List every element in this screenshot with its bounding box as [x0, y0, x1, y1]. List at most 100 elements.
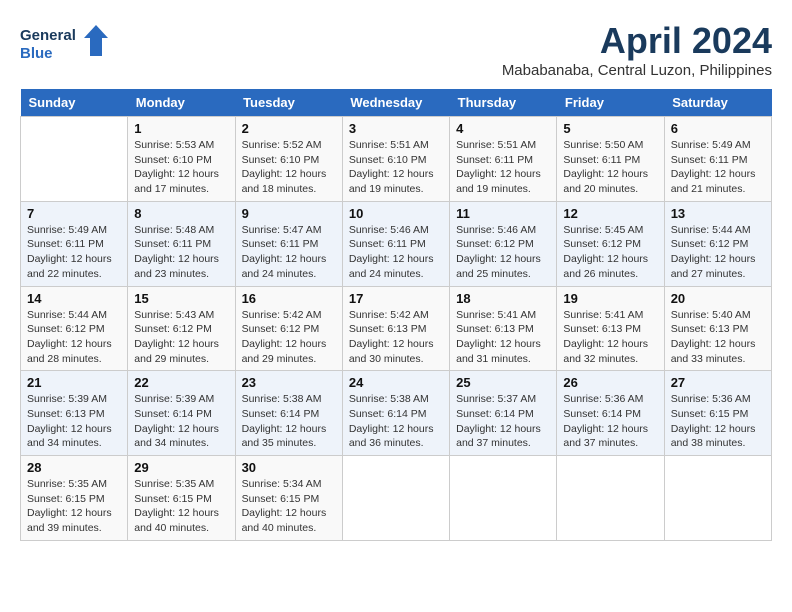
- day-info: Sunrise: 5:44 AMSunset: 6:12 PMDaylight:…: [671, 223, 765, 282]
- calendar-week-row: 21 Sunrise: 5:39 AMSunset: 6:13 PMDayligh…: [21, 371, 772, 456]
- day-info: Sunrise: 5:41 AMSunset: 6:13 PMDaylight:…: [563, 308, 657, 367]
- day-number: 10: [349, 206, 443, 221]
- calendar-cell: 8 Sunrise: 5:48 AMSunset: 6:11 PMDaylight…: [128, 201, 235, 286]
- logo: General Blue: [20, 20, 110, 65]
- day-number: 18: [456, 291, 550, 306]
- title-block: April 2024 Mababanaba, Central Luzon, Ph…: [502, 20, 772, 79]
- day-number: 7: [27, 206, 121, 221]
- calendar-cell: 3 Sunrise: 5:51 AMSunset: 6:10 PMDaylight…: [342, 117, 449, 202]
- day-number: 21: [27, 375, 121, 390]
- calendar-cell: [450, 456, 557, 541]
- calendar-week-row: 14 Sunrise: 5:44 AMSunset: 6:12 PMDayligh…: [21, 286, 772, 371]
- day-info: Sunrise: 5:48 AMSunset: 6:11 PMDaylight:…: [134, 223, 228, 282]
- day-info: Sunrise: 5:35 AMSunset: 6:15 PMDaylight:…: [134, 477, 228, 536]
- day-info: Sunrise: 5:52 AMSunset: 6:10 PMDaylight:…: [242, 138, 336, 197]
- calendar-cell: 22 Sunrise: 5:39 AMSunset: 6:14 PMDayligh…: [128, 371, 235, 456]
- weekday-header-thursday: Thursday: [450, 89, 557, 117]
- calendar-cell: 19Sunrise: 5:41 AMSunset: 6:13 PMDayligh…: [557, 286, 664, 371]
- day-info: Sunrise: 5:51 AMSunset: 6:10 PMDaylight:…: [349, 138, 443, 197]
- day-number: 30: [242, 460, 336, 475]
- weekday-header-monday: Monday: [128, 89, 235, 117]
- day-info: Sunrise: 5:46 AMSunset: 6:11 PMDaylight:…: [349, 223, 443, 282]
- calendar-cell: 10 Sunrise: 5:46 AMSunset: 6:11 PMDayligh…: [342, 201, 449, 286]
- day-info: Sunrise: 5:45 AMSunset: 6:12 PMDaylight:…: [563, 223, 657, 282]
- page-header: General Blue April 2024 Mababanaba, Cent…: [20, 20, 772, 79]
- day-number: 1: [134, 121, 228, 136]
- day-info: Sunrise: 5:49 AMSunset: 6:11 PMDaylight:…: [27, 223, 121, 282]
- calendar-cell: 24Sunrise: 5:38 AMSunset: 6:14 PMDayligh…: [342, 371, 449, 456]
- day-number: 4: [456, 121, 550, 136]
- day-info: Sunrise: 5:36 AMSunset: 6:15 PMDaylight:…: [671, 392, 765, 451]
- day-info: Sunrise: 5:46 AMSunset: 6:12 PMDaylight:…: [456, 223, 550, 282]
- day-info: Sunrise: 5:39 AMSunset: 6:13 PMDaylight:…: [27, 392, 121, 451]
- day-number: 8: [134, 206, 228, 221]
- day-number: 26: [563, 375, 657, 390]
- day-number: 6: [671, 121, 765, 136]
- weekday-header-tuesday: Tuesday: [235, 89, 342, 117]
- calendar-cell: 16 Sunrise: 5:42 AMSunset: 6:12 PMDayligh…: [235, 286, 342, 371]
- calendar-cell: 15Sunrise: 5:43 AMSunset: 6:12 PMDayligh…: [128, 286, 235, 371]
- day-info: Sunrise: 5:37 AMSunset: 6:14 PMDaylight:…: [456, 392, 550, 451]
- day-info: Sunrise: 5:50 AMSunset: 6:11 PMDaylight:…: [563, 138, 657, 197]
- day-number: 29: [134, 460, 228, 475]
- calendar-week-row: 28 Sunrise: 5:35 AMSunset: 6:15 PMDayligh…: [21, 456, 772, 541]
- weekday-header-friday: Friday: [557, 89, 664, 117]
- calendar-cell: [342, 456, 449, 541]
- day-number: 2: [242, 121, 336, 136]
- calendar-cell: 4 Sunrise: 5:51 AMSunset: 6:11 PMDaylight…: [450, 117, 557, 202]
- calendar-cell: 21 Sunrise: 5:39 AMSunset: 6:13 PMDayligh…: [21, 371, 128, 456]
- calendar-cell: 17 Sunrise: 5:42 AMSunset: 6:13 PMDayligh…: [342, 286, 449, 371]
- day-number: 3: [349, 121, 443, 136]
- day-number: 28: [27, 460, 121, 475]
- weekday-header-saturday: Saturday: [664, 89, 771, 117]
- calendar-cell: 11Sunrise: 5:46 AMSunset: 6:12 PMDayligh…: [450, 201, 557, 286]
- calendar-cell: 2 Sunrise: 5:52 AMSunset: 6:10 PMDaylight…: [235, 117, 342, 202]
- calendar-cell: 27Sunrise: 5:36 AMSunset: 6:15 PMDayligh…: [664, 371, 771, 456]
- day-number: 9: [242, 206, 336, 221]
- day-number: 13: [671, 206, 765, 221]
- day-info: Sunrise: 5:42 AMSunset: 6:12 PMDaylight:…: [242, 308, 336, 367]
- day-info: Sunrise: 5:35 AMSunset: 6:15 PMDaylight:…: [27, 477, 121, 536]
- calendar-cell: [21, 117, 128, 202]
- calendar-cell: 18 Sunrise: 5:41 AMSunset: 6:13 PMDayligh…: [450, 286, 557, 371]
- day-info: Sunrise: 5:42 AMSunset: 6:13 PMDaylight:…: [349, 308, 443, 367]
- day-info: Sunrise: 5:47 AMSunset: 6:11 PMDaylight:…: [242, 223, 336, 282]
- calendar-cell: 30 Sunrise: 5:34 AMSunset: 6:15 PMDayligh…: [235, 456, 342, 541]
- day-number: 5: [563, 121, 657, 136]
- calendar-cell: 29 Sunrise: 5:35 AMSunset: 6:15 PMDayligh…: [128, 456, 235, 541]
- logo-svg: General Blue: [20, 20, 110, 65]
- calendar-cell: [664, 456, 771, 541]
- day-number: 16: [242, 291, 336, 306]
- weekday-header-sunday: Sunday: [21, 89, 128, 117]
- calendar-table: SundayMondayTuesdayWednesdayThursdayFrid…: [20, 89, 772, 541]
- day-info: Sunrise: 5:49 AMSunset: 6:11 PMDaylight:…: [671, 138, 765, 197]
- calendar-cell: 7 Sunrise: 5:49 AMSunset: 6:11 PMDaylight…: [21, 201, 128, 286]
- calendar-cell: 12 Sunrise: 5:45 AMSunset: 6:12 PMDayligh…: [557, 201, 664, 286]
- location-subtitle: Mababanaba, Central Luzon, Philippines: [502, 62, 772, 79]
- weekday-header-wednesday: Wednesday: [342, 89, 449, 117]
- day-number: 20: [671, 291, 765, 306]
- calendar-cell: 14 Sunrise: 5:44 AMSunset: 6:12 PMDayligh…: [21, 286, 128, 371]
- day-number: 17: [349, 291, 443, 306]
- calendar-cell: 5 Sunrise: 5:50 AMSunset: 6:11 PMDaylight…: [557, 117, 664, 202]
- calendar-cell: 13 Sunrise: 5:44 AMSunset: 6:12 PMDayligh…: [664, 201, 771, 286]
- day-info: Sunrise: 5:38 AMSunset: 6:14 PMDaylight:…: [242, 392, 336, 451]
- day-info: Sunrise: 5:53 AMSunset: 6:10 PMDaylight:…: [134, 138, 228, 197]
- calendar-cell: 23Sunrise: 5:38 AMSunset: 6:14 PMDayligh…: [235, 371, 342, 456]
- day-info: Sunrise: 5:39 AMSunset: 6:14 PMDaylight:…: [134, 392, 228, 451]
- day-info: Sunrise: 5:34 AMSunset: 6:15 PMDaylight:…: [242, 477, 336, 536]
- day-info: Sunrise: 5:44 AMSunset: 6:12 PMDaylight:…: [27, 308, 121, 367]
- svg-text:General: General: [20, 27, 76, 44]
- day-info: Sunrise: 5:40 AMSunset: 6:13 PMDaylight:…: [671, 308, 765, 367]
- day-number: 12: [563, 206, 657, 221]
- calendar-cell: 1 Sunrise: 5:53 AMSunset: 6:10 PMDaylight…: [128, 117, 235, 202]
- day-info: Sunrise: 5:51 AMSunset: 6:11 PMDaylight:…: [456, 138, 550, 197]
- day-number: 15: [134, 291, 228, 306]
- day-number: 22: [134, 375, 228, 390]
- day-number: 14: [27, 291, 121, 306]
- day-number: 25: [456, 375, 550, 390]
- calendar-cell: 25 Sunrise: 5:37 AMSunset: 6:14 PMDayligh…: [450, 371, 557, 456]
- calendar-week-row: 7 Sunrise: 5:49 AMSunset: 6:11 PMDaylight…: [21, 201, 772, 286]
- day-info: Sunrise: 5:41 AMSunset: 6:13 PMDaylight:…: [456, 308, 550, 367]
- day-number: 24: [349, 375, 443, 390]
